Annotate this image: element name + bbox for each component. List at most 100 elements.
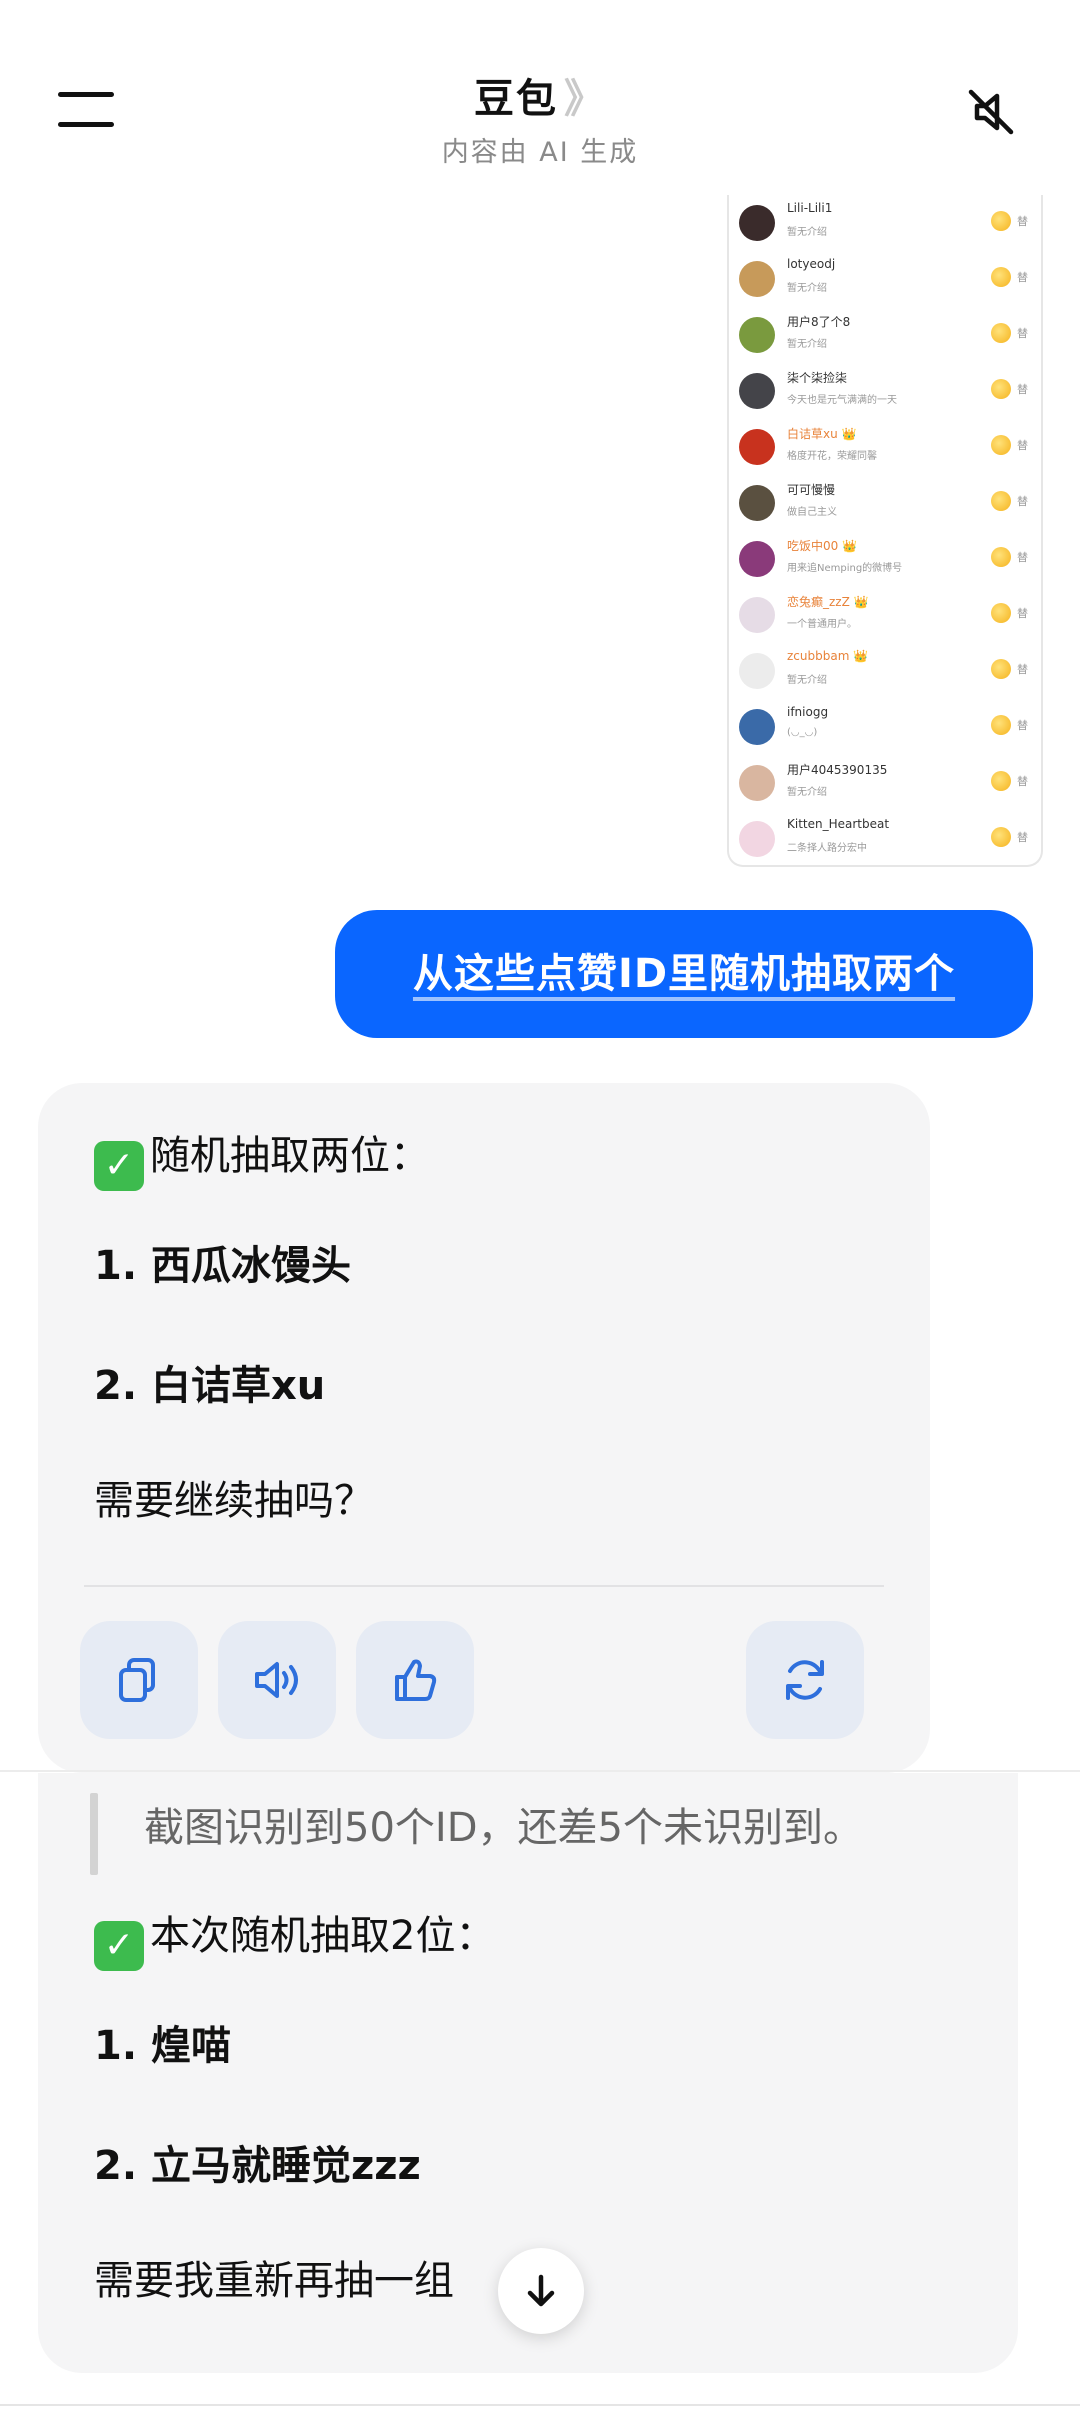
- user-name: zcubbbam 👑: [787, 649, 869, 663]
- avatar: [739, 205, 775, 241]
- check-mark-icon: ✓: [94, 1921, 144, 1971]
- avatar: [739, 541, 775, 577]
- user-bio: 用来追Nemping的微博号: [787, 563, 903, 574]
- avatar: [739, 653, 775, 689]
- user-bio: 暂无介绍: [787, 283, 827, 294]
- user-name: 白诘草xu 👑: [787, 427, 857, 441]
- coin-icon: [991, 211, 1011, 231]
- coin-icon: [991, 547, 1011, 567]
- avatar: [739, 597, 775, 633]
- user-message-bubble[interactable]: 从这些点赞ID里随机抽取两个: [335, 910, 1033, 1038]
- reply-question: 需要继续抽吗？: [94, 1478, 374, 1524]
- like-button[interactable]: [356, 1621, 474, 1739]
- screenshot-list-item: 用户4045390135 暂无介绍 替: [729, 755, 1041, 811]
- copy-icon: [119, 1658, 155, 1702]
- chat-title[interactable]: 豆包》: [0, 66, 1080, 124]
- read-aloud-button[interactable]: [218, 1621, 336, 1739]
- reply-heading-text: 本次随机抽取2位：: [150, 1913, 496, 1959]
- user-bio: 做自己主义: [787, 507, 837, 518]
- mute-button[interactable]: [963, 84, 1019, 140]
- coin-icon: [991, 435, 1011, 455]
- shared-screenshot-image[interactable]: Lili-Lili1 暂无介绍替 lotyeodj 暂无介绍替用户8了个8 暂无介绍替柒…: [727, 195, 1043, 867]
- coin-icon: [991, 323, 1011, 343]
- user-bio: 暂无介绍: [787, 787, 827, 798]
- more-label: 替: [1017, 271, 1028, 284]
- user-bio: 暂无介绍: [787, 227, 827, 238]
- coin-icon: [991, 267, 1011, 287]
- user-name: 吃饭中00 👑: [787, 539, 858, 553]
- reply-item-1: 1. 煌喵: [94, 2023, 231, 2069]
- coin-icon: [991, 715, 1011, 735]
- screenshot-list-item: Lili-Lili1 暂无介绍 替: [729, 195, 1041, 251]
- copy-button[interactable]: [80, 1621, 198, 1739]
- ai-reply-card: ✓ 随机抽取两位： 1. 西瓜冰馒头 2. 白诘草xu 需要继续抽吗？: [38, 1083, 930, 1773]
- screenshot-list-item: 恋兔癫_zzZ 👑 一个普通用户。 替: [729, 587, 1041, 643]
- screenshot-list-item: 可可慢慢 做自己主义 替: [729, 475, 1041, 531]
- screenshot-list-item: 柒个柒捡柒 今天也是元气满满的一天 替: [729, 363, 1041, 419]
- arrow-down-icon: [527, 2274, 555, 2307]
- user-name: 可可慢慢: [787, 483, 836, 497]
- more-label: 替: [1017, 663, 1028, 676]
- more-label: 替: [1017, 327, 1028, 340]
- user-name: 柒个柒捡柒: [787, 371, 848, 385]
- quote-bar: [90, 1793, 98, 1875]
- screenshot-list-item: zcubbbam 👑 暂无介绍 替: [729, 643, 1041, 699]
- bot-name: 豆包: [474, 76, 558, 122]
- user-bio: 暂无介绍: [787, 339, 827, 350]
- reply-heading-text: 随机抽取两位：: [150, 1133, 430, 1179]
- more-label: 替: [1017, 719, 1028, 732]
- avatar: [739, 373, 775, 409]
- user-name: Lili-Lili1: [787, 201, 833, 215]
- more-label: 替: [1017, 775, 1028, 788]
- avatar: [739, 709, 775, 745]
- quote-text: 截图识别到50个ID，还差5个未识别到。: [144, 1805, 863, 1851]
- reply-question: 需要我重新再抽一组: [94, 2258, 454, 2304]
- divider: [0, 1770, 1080, 1772]
- screenshot-list-item: 白诘草xu 👑 格度开花，荣耀同馨 替: [729, 419, 1041, 475]
- avatar: [739, 429, 775, 465]
- screenshot-list-item: ifniogg (◡_◡) 替: [729, 699, 1041, 755]
- divider: [0, 2404, 1080, 2406]
- user-bio: 格度开花，荣耀同馨: [787, 451, 877, 462]
- reply-heading: ✓ 随机抽取两位：: [94, 1123, 430, 1191]
- more-label: 替: [1017, 607, 1028, 620]
- avatar: [739, 485, 775, 521]
- coin-icon: [991, 827, 1011, 847]
- user-bio: (◡_◡): [787, 727, 818, 738]
- user-name: 恋兔癫_zzZ 👑: [787, 595, 869, 609]
- coin-icon: [991, 379, 1011, 399]
- top-bar: 豆包》 内容由 AI 生成: [0, 0, 1080, 190]
- user-message-text: 从这些点赞ID里随机抽取两个: [412, 951, 956, 997]
- more-label: 替: [1017, 215, 1028, 228]
- reply-item-2: 2. 白诘草xu: [94, 1363, 326, 1409]
- scroll-to-bottom-button[interactable]: [498, 2248, 584, 2334]
- refresh-icon: [786, 1660, 824, 1700]
- reply-item-1: 1. 西瓜冰馒头: [94, 1243, 351, 1289]
- more-label: 替: [1017, 551, 1028, 564]
- screenshot-list-item: 用户8了个8 暂无介绍 替: [729, 307, 1041, 363]
- avatar: [739, 765, 775, 801]
- ai-disclaimer: 内容由 AI 生成: [441, 137, 639, 168]
- thumbs-up-icon: [395, 1659, 437, 1701]
- divider: [84, 1585, 884, 1587]
- user-bio: 二条择人路分宏中: [787, 843, 867, 854]
- avatar: [739, 821, 775, 857]
- reply-heading: ✓ 本次随机抽取2位：: [94, 1903, 495, 1971]
- check-mark-icon: ✓: [94, 1141, 144, 1191]
- more-label: 替: [1017, 383, 1028, 396]
- screenshot-list-item: 吃饭中00 👑 用来追Nemping的微博号 替: [729, 531, 1041, 587]
- user-name: ifniogg: [787, 705, 829, 719]
- speaker-icon: [255, 1662, 298, 1698]
- chat-title-area[interactable]: 豆包》 内容由 AI 生成: [0, 66, 1080, 169]
- coin-icon: [991, 771, 1011, 791]
- regenerate-button[interactable]: [746, 1621, 864, 1739]
- chevron-right-icon: 》: [564, 76, 606, 122]
- screenshot-list-item: lotyeodj 暂无介绍 替: [729, 251, 1041, 307]
- user-bio: 一个普通用户。: [787, 619, 857, 630]
- speaker-muted-icon: [968, 89, 1014, 135]
- user-name: lotyeodj: [787, 257, 836, 271]
- more-label: 替: [1017, 831, 1028, 844]
- reply-item-2: 2. 立马就睡觉zzz: [94, 2143, 421, 2189]
- user-bio: 暂无介绍: [787, 675, 827, 686]
- user-name: 用户4045390135: [787, 763, 888, 777]
